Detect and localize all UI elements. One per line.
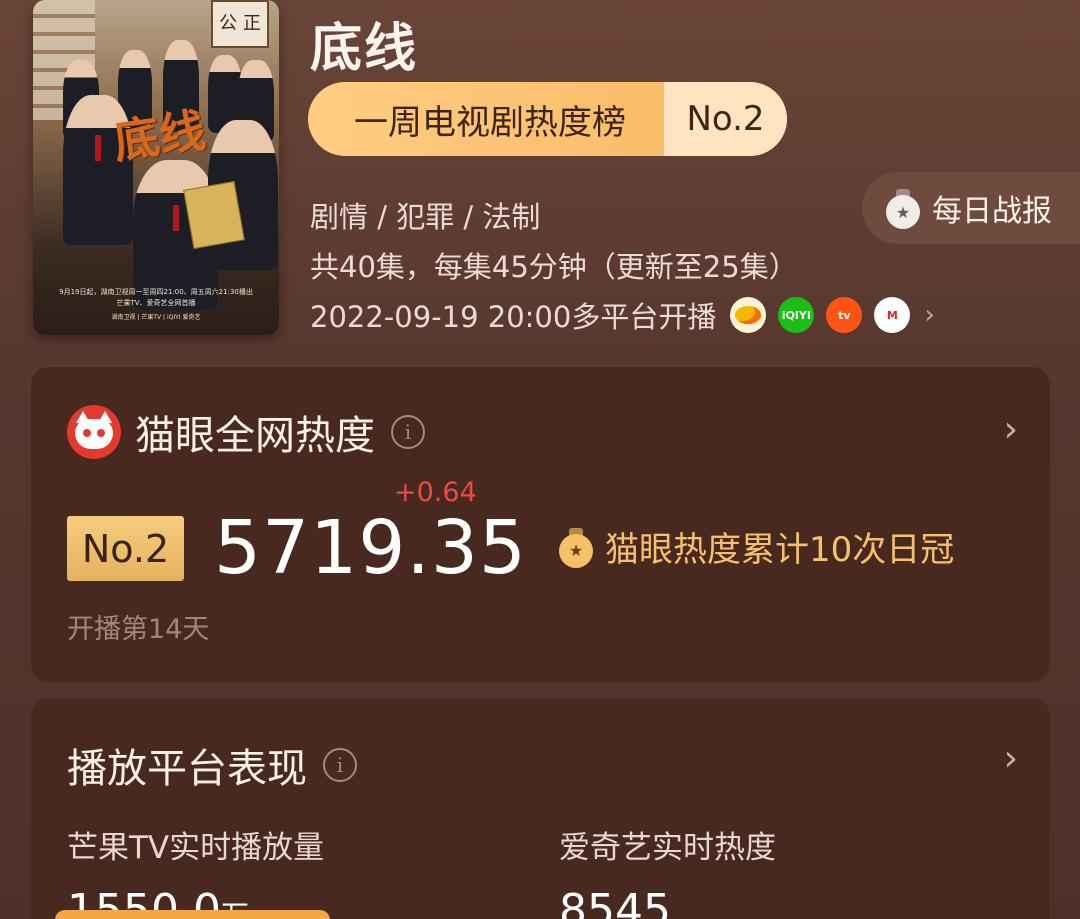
info-icon[interactable]: i bbox=[391, 415, 425, 449]
platform-performance-heading: 播放平台表现 bbox=[67, 746, 307, 792]
chevron-right-icon[interactable]: › bbox=[1004, 409, 1018, 450]
poster-logos: 湖南卫视 | 芒果TV | iQIYI 爱奇艺 bbox=[111, 314, 201, 321]
maoyan-cat-icon bbox=[67, 405, 121, 459]
iqiyi-heat-stat: 爱奇艺实时热度 8545 bbox=[559, 822, 776, 919]
platform-performance-card[interactable]: 播放平台表现 i › 芒果TV实时播放量 1550.0万 爱奇艺实时热度 854… bbox=[31, 698, 1050, 919]
info-icon[interactable]: i bbox=[323, 748, 357, 782]
show-genre: 剧情 / 犯罪 / 法制 bbox=[310, 200, 541, 234]
maoyan-heat-card[interactable]: 猫眼全网热度 i › +0.64 No.2 5719.35 ★ 猫眼热度累计10… bbox=[31, 367, 1050, 682]
show-premiere[interactable]: 2022-09-19 20:00多平台开播 iQIYI tv M › bbox=[310, 294, 935, 336]
chevron-right-icon: › bbox=[924, 300, 935, 330]
calligraphy-scroll: 公 正 bbox=[211, 0, 269, 48]
daily-crown-badge: ★ 猫眼热度累计10次日冠 bbox=[559, 522, 954, 571]
chevron-right-icon[interactable]: › bbox=[1004, 738, 1018, 779]
heat-delta: +0.64 bbox=[394, 477, 477, 508]
medal-icon: ★ bbox=[886, 189, 920, 229]
rank-label: 一周电视剧热度榜 bbox=[354, 102, 626, 143]
platform-performance-header: 播放平台表现 i bbox=[67, 736, 357, 794]
iqiyi-icon: iQIYI bbox=[778, 297, 815, 333]
mgtv-icon: tv bbox=[826, 297, 863, 333]
migu-icon: M bbox=[874, 297, 911, 333]
days-since-premiere: 开播第14天 bbox=[67, 614, 210, 645]
maoyan-heat-header: 猫眼全网热度 i bbox=[67, 403, 425, 461]
maoyan-heat-heading: 猫眼全网热度 bbox=[135, 413, 375, 459]
heat-value: 5719.35 bbox=[214, 505, 528, 591]
daily-report-button[interactable]: ★ 每日战报 bbox=[862, 172, 1080, 244]
show-episodes: 共40集，每集45分钟（更新至25集） bbox=[310, 250, 798, 284]
poster-tie bbox=[173, 205, 179, 231]
poster-tie bbox=[95, 135, 101, 161]
show-title: 底线 bbox=[310, 19, 419, 79]
bottom-action-tab[interactable] bbox=[55, 910, 330, 919]
stat-label: 爱奇艺实时热度 bbox=[559, 830, 776, 866]
weekly-rank-pill[interactable]: 一周电视剧热度榜 No.2 bbox=[308, 82, 787, 156]
stat-value: 8545 bbox=[559, 885, 671, 919]
heat-rank-badge: No.2 bbox=[67, 516, 184, 581]
poster-folder bbox=[183, 180, 245, 250]
show-poster[interactable]: 公 正 底线 9月19日起，湖南卫视周一至周四21:00、周五周六21:30播出… bbox=[33, 0, 279, 335]
stat-label: 芒果TV实时播放量 bbox=[67, 830, 325, 866]
hunan-tv-icon bbox=[730, 297, 767, 333]
gold-medal-icon: ★ bbox=[559, 527, 593, 568]
poster-title-art: 底线 bbox=[110, 102, 209, 170]
premiere-text: 2022-09-19 20:00多平台开播 bbox=[310, 300, 717, 334]
rank-value: No.2 bbox=[664, 82, 787, 156]
crown-text: 猫眼热度累计10次日冠 bbox=[605, 530, 955, 570]
poster-caption: 9月19日起，湖南卫视周一至周四21:00、周五周六21:30播出 芒果TV、爱… bbox=[59, 288, 253, 307]
mgtv-play-count-stat: 芒果TV实时播放量 1550.0万 bbox=[67, 822, 324, 919]
daily-report-label: 每日战报 bbox=[932, 194, 1052, 229]
